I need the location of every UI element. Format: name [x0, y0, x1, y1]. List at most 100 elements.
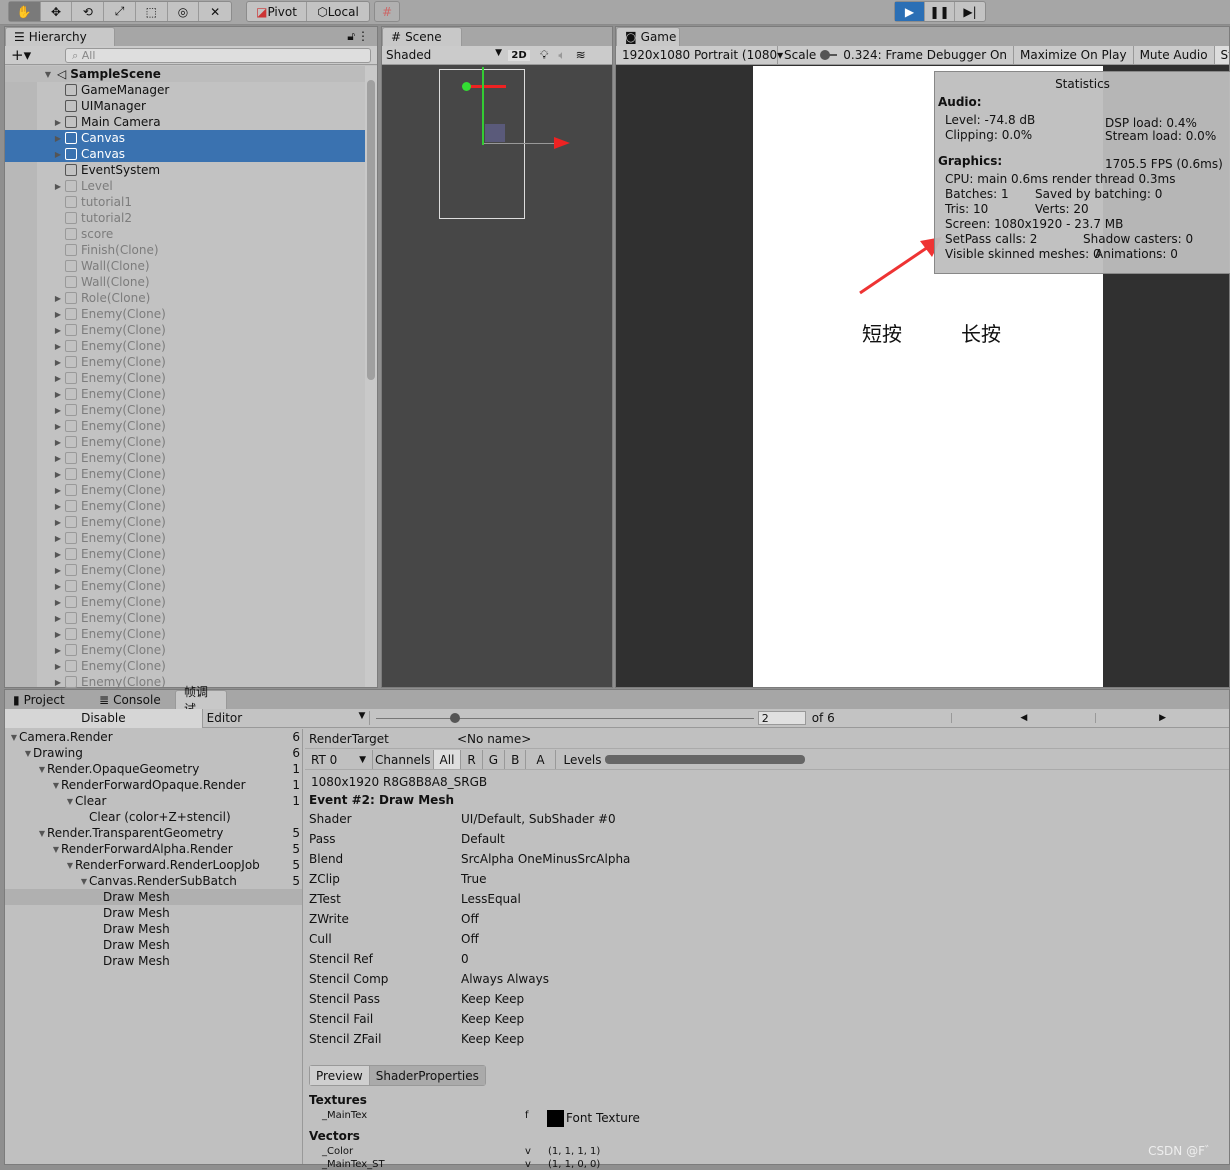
expand-arrow-icon[interactable]: ▶ — [53, 470, 63, 479]
event-index-input[interactable]: 2 — [757, 711, 806, 725]
hierarchy-item[interactable]: ▶ Enemy(Clone) — [5, 610, 365, 626]
expand-arrow-icon[interactable]: ▼ — [65, 861, 75, 870]
event-tree-item[interactable]: ▼ Canvas.RenderSubBatch 5 — [5, 873, 302, 889]
tab-console[interactable]: ≣ Console — [91, 690, 175, 709]
hierarchy-scrollbar[interactable] — [365, 66, 377, 687]
expand-arrow-icon[interactable]: ▶ — [53, 310, 63, 319]
2d-toggle[interactable]: 2D — [508, 49, 530, 61]
event-tree-item[interactable]: Draw Mesh — [5, 905, 302, 921]
long-press-label[interactable]: 长按 — [961, 318, 1001, 347]
hierarchy-item[interactable]: ▶ Enemy(Clone) — [5, 450, 365, 466]
hierarchy-item[interactable]: ▶ Main Camera — [5, 114, 365, 130]
hierarchy-item[interactable]: ▶ Enemy(Clone) — [5, 338, 365, 354]
tab-scene[interactable]: # Scene — [382, 27, 462, 46]
audio-icon[interactable]: 🔈︎ — [558, 48, 565, 63]
expand-arrow-icon[interactable]: ▶ — [53, 358, 63, 367]
expand-arrow-icon[interactable]: ▶ — [53, 646, 63, 655]
preview-tab[interactable]: Preview — [310, 1066, 370, 1085]
transform-tool-icon[interactable]: ◎ — [168, 2, 200, 21]
hierarchy-item[interactable]: tutorial1 — [5, 194, 365, 210]
resolution-dropdown[interactable]: 1920x1080 Portrait (1080 ▾ — [616, 46, 783, 64]
expand-arrow-icon[interactable]: ▼ — [23, 749, 33, 758]
target-dropdown[interactable]: Editor ▼ — [203, 711, 371, 725]
lock-icon[interactable]: 🔓︎ — [347, 29, 355, 44]
short-press-label[interactable]: 短按 — [862, 318, 902, 347]
scrollbar-thumb[interactable] — [367, 80, 375, 380]
event-tree-item[interactable]: ▼ RenderForwardOpaque.Render 1 — [5, 777, 302, 793]
expand-arrow-icon[interactable]: ▶ — [53, 598, 63, 607]
scene-row[interactable]: ▼ ◁ SampleScene — [5, 66, 365, 82]
hierarchy-item[interactable]: ▶ Enemy(Clone) — [5, 402, 365, 418]
expand-arrow-icon[interactable]: ▶ — [53, 422, 63, 431]
tab-project[interactable]: ▮ Project — [5, 690, 89, 709]
hierarchy-item[interactable]: ▶ Enemy(Clone) — [5, 370, 365, 386]
mute-audio-toggle[interactable]: Mute Audio — [1134, 46, 1215, 64]
hierarchy-item[interactable]: ▶ Enemy(Clone) — [5, 514, 365, 530]
event-tree-item[interactable]: ▼ Render.OpaqueGeometry 1 — [5, 761, 302, 777]
tab-hierarchy[interactable]: ☰ Hierarchy — [5, 27, 115, 46]
expand-arrow-icon[interactable]: ▶ — [53, 342, 63, 351]
event-tree-item[interactable]: ▼ Render.TransparentGeometry 5 — [5, 825, 302, 841]
scale-tool-icon[interactable]: ⤢ — [104, 2, 136, 21]
hierarchy-item[interactable]: ▶ Enemy(Clone) — [5, 562, 365, 578]
scale-control[interactable]: Scale 0.324: Frame Debugger On — [778, 46, 1014, 64]
expand-arrow-icon[interactable]: ▶ — [53, 534, 63, 543]
expand-arrow-icon[interactable]: ▶ — [53, 630, 63, 639]
channel-b[interactable]: B — [505, 750, 527, 769]
event-tree-item[interactable]: Draw Mesh — [5, 953, 302, 969]
hierarchy-item[interactable]: ▶ Enemy(Clone) — [5, 466, 365, 482]
scale-slider[interactable] — [820, 50, 838, 60]
hierarchy-item[interactable]: ▶ Enemy(Clone) — [5, 306, 365, 322]
font-texture-thumbnail[interactable] — [547, 1110, 564, 1127]
expand-arrow-icon[interactable]: ▼ — [79, 877, 89, 886]
channel-r[interactable]: R — [461, 750, 483, 769]
tab-frame-debugger[interactable]: 帧调试 — [175, 685, 227, 716]
expand-arrow-icon[interactable]: ▼ — [51, 845, 61, 854]
hierarchy-item[interactable]: ▶ Canvas — [5, 130, 365, 146]
event-tree-item[interactable]: ▼ RenderForwardAlpha.Render 5 — [5, 841, 302, 857]
hierarchy-search-input[interactable]: ⌕ All — [65, 47, 372, 63]
event-tree-item[interactable]: Draw Mesh — [5, 889, 302, 905]
expand-arrow-icon[interactable]: ▶ — [53, 662, 63, 671]
rect-tool-icon[interactable]: ⬚ — [136, 2, 168, 21]
hierarchy-item[interactable]: ▶ Enemy(Clone) — [5, 578, 365, 594]
expand-arrow-icon[interactable]: ▶ — [53, 582, 63, 591]
ui-element[interactable] — [485, 124, 505, 142]
hierarchy-item[interactable]: ▶ Enemy(Clone) — [5, 498, 365, 514]
expand-arrow-icon[interactable]: ▶ — [53, 518, 63, 527]
hierarchy-item[interactable]: ▶ Role(Clone) — [5, 290, 365, 306]
maximize-on-play-toggle[interactable]: Maximize On Play — [1014, 46, 1134, 64]
hierarchy-item[interactable]: ▶ Enemy(Clone) — [5, 386, 365, 402]
expand-arrow-icon[interactable]: ▶ — [53, 294, 63, 303]
stats-toggle[interactable]: Stats — [1214, 46, 1229, 64]
disable-button[interactable]: Disable — [5, 708, 203, 728]
expand-arrow-icon[interactable]: ▶ — [53, 134, 63, 143]
expand-arrow-icon[interactable]: ▶ — [53, 438, 63, 447]
expand-arrow-icon[interactable]: ▶ — [53, 454, 63, 463]
expand-arrow-icon[interactable]: ▶ — [53, 566, 63, 575]
rotate-tool-icon[interactable]: ⟲ — [72, 2, 105, 21]
move-arrow-icon[interactable] — [554, 137, 570, 149]
hand-tool-icon[interactable]: ✋ — [9, 2, 41, 21]
tab-game[interactable]: ◙ Game — [616, 27, 680, 46]
event-slider[interactable] — [376, 712, 754, 723]
hierarchy-item[interactable]: GameManager — [5, 82, 365, 98]
hierarchy-item[interactable]: ▶ Level — [5, 178, 365, 194]
channel-a[interactable]: A — [526, 750, 556, 769]
expand-arrow-icon[interactable]: ▶ — [53, 406, 63, 415]
hierarchy-item[interactable]: EventSystem — [5, 162, 365, 178]
pivot-handle[interactable] — [462, 82, 471, 91]
expand-arrow-icon[interactable]: ▶ — [53, 326, 63, 335]
y-axis-handle[interactable] — [482, 67, 484, 145]
expand-arrow-icon[interactable]: ▶ — [53, 182, 63, 191]
expand-arrow-icon[interactable]: ▶ — [53, 502, 63, 511]
local-toggle[interactable]: ⬡ Local — [307, 2, 369, 21]
hierarchy-item[interactable]: Finish(Clone) — [5, 242, 365, 258]
rt-dropdown[interactable]: RT 0 ▼ — [305, 750, 373, 769]
hierarchy-item[interactable]: ▶ Enemy(Clone) — [5, 482, 365, 498]
pivot-toggle[interactable]: ◪ Pivot — [247, 2, 307, 21]
step-button[interactable]: ▶| — [955, 2, 985, 21]
expand-arrow-icon[interactable]: ▼ — [51, 781, 61, 790]
play-button[interactable]: ▶ — [895, 2, 925, 21]
hierarchy-item[interactable]: ▶ Enemy(Clone) — [5, 434, 365, 450]
